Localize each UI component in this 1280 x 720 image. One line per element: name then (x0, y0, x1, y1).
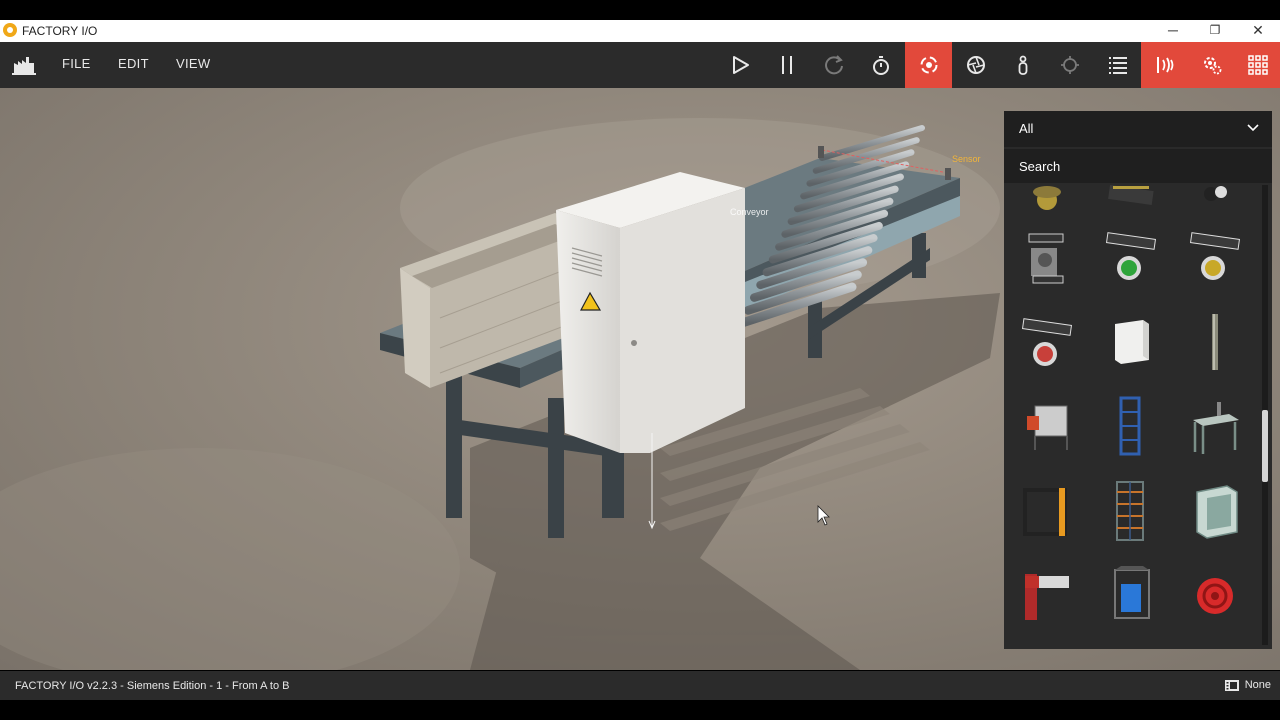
stop-button-item[interactable] (1012, 307, 1082, 377)
robot-cell-item[interactable] (1012, 391, 1082, 461)
crosshair-button[interactable] (1046, 42, 1093, 88)
rack-item[interactable] (1096, 475, 1166, 545)
window-title: FACTORY I/O (22, 24, 98, 38)
list-icon (1108, 57, 1127, 74)
settings-icon (1203, 57, 1221, 75)
menu-file[interactable]: FILE (62, 56, 91, 71)
stopwatch-button[interactable] (857, 42, 904, 88)
list-button[interactable] (1094, 42, 1141, 88)
catalog-search-input[interactable] (1004, 149, 1272, 183)
post-icon (1212, 314, 1218, 370)
aperture-icon (966, 56, 985, 74)
status-text: FACTORY I/O v2.2.3 - Siemens Edition - 1… (15, 680, 290, 692)
elevator-item[interactable] (1096, 391, 1166, 461)
tank-item[interactable] (1096, 559, 1166, 629)
play-button[interactable] (716, 42, 763, 88)
workstation-item[interactable] (1180, 391, 1250, 461)
electrical-box-item[interactable] (1096, 307, 1166, 377)
first-person-icon (1018, 55, 1027, 75)
reset-button[interactable] (810, 42, 857, 88)
driver-status-icon (1224, 679, 1239, 691)
machining-center-icon (1196, 485, 1238, 539)
stack-light-icon (1204, 186, 1227, 201)
grid-button[interactable] (1235, 42, 1280, 88)
panel-strip-icon (1108, 185, 1154, 205)
minimize-button[interactable]: ─ (1152, 20, 1194, 42)
close-button[interactable]: ✕ (1237, 20, 1279, 42)
aperture-button[interactable] (952, 42, 999, 88)
camera-orbit-button[interactable] (905, 42, 952, 88)
catalog-item-grid (1004, 185, 1260, 645)
status-bar: FACTORY I/O v2.2.3 - Siemens Edition - 1… (0, 671, 1280, 700)
catalog-scrollbar-thumb[interactable] (1262, 410, 1268, 482)
selector-switch-item[interactable] (1012, 223, 1082, 293)
reset-button-icon (1189, 232, 1241, 280)
first-person-button[interactable] (999, 42, 1046, 88)
start-button-icon (1105, 232, 1157, 280)
electrical-box-icon (1115, 320, 1149, 364)
pause-button[interactable] (763, 42, 810, 88)
grid-icon (1247, 55, 1268, 75)
rack-icon (1116, 481, 1144, 541)
factory-logo-icon[interactable] (12, 55, 36, 75)
drivers-icon (1156, 57, 1173, 73)
driver-status-label: None (1244, 679, 1271, 691)
maximize-button[interactable]: ❐ (1194, 20, 1236, 42)
robot-cell-icon (1027, 405, 1068, 450)
chevron-down-icon (1247, 124, 1259, 132)
pick-place-icon (1025, 574, 1069, 620)
menu-edit[interactable]: EDIT (118, 56, 149, 71)
elevator-icon (1119, 396, 1141, 456)
selector-switch-icon (1028, 233, 1064, 284)
pick-place-item[interactable] (1012, 559, 1082, 629)
door-frame-icon (1023, 488, 1067, 536)
menu-view[interactable]: VIEW (176, 56, 210, 71)
parts-catalog-panel: All (1004, 111, 1272, 649)
stopwatch-icon (872, 56, 889, 75)
start-button-item[interactable] (1096, 223, 1166, 293)
category-dropdown-value: All (1019, 121, 1034, 136)
machining-center-item[interactable] (1180, 475, 1250, 545)
sensor-label: Sensor (952, 154, 981, 164)
tank-icon (1114, 566, 1150, 619)
post-item[interactable] (1180, 307, 1250, 377)
reset-icon (824, 55, 843, 75)
pause-icon (781, 56, 792, 74)
workstation-icon (1193, 402, 1239, 454)
door-frame-item[interactable] (1012, 475, 1082, 545)
app-window: FACTORY I/O ─ ❐ ✕ FILE EDIT VIEW Sensor … (0, 0, 1280, 720)
main-toolbar: FILE EDIT VIEW (0, 42, 1280, 88)
warning-siren-item[interactable] (1180, 559, 1250, 629)
settings-button[interactable] (1188, 42, 1235, 88)
stop-button-icon (1021, 318, 1073, 366)
warning-siren-icon (1197, 578, 1233, 614)
crosshair-icon (1060, 56, 1079, 74)
reset-button-item[interactable] (1180, 223, 1250, 293)
status-right[interactable]: None (1224, 679, 1271, 691)
category-dropdown[interactable]: All (1004, 111, 1272, 147)
emergency-stop-icon (1033, 186, 1061, 210)
drivers-button[interactable] (1141, 42, 1188, 88)
catalog-scrollbar[interactable] (1262, 185, 1268, 645)
app-logo-icon (3, 23, 17, 37)
title-bar: FACTORY I/O ─ ❐ ✕ (0, 20, 1280, 42)
play-icon (732, 56, 749, 74)
conveyor-label: Conveyor (730, 207, 769, 217)
camera-orbit-icon (920, 56, 937, 74)
